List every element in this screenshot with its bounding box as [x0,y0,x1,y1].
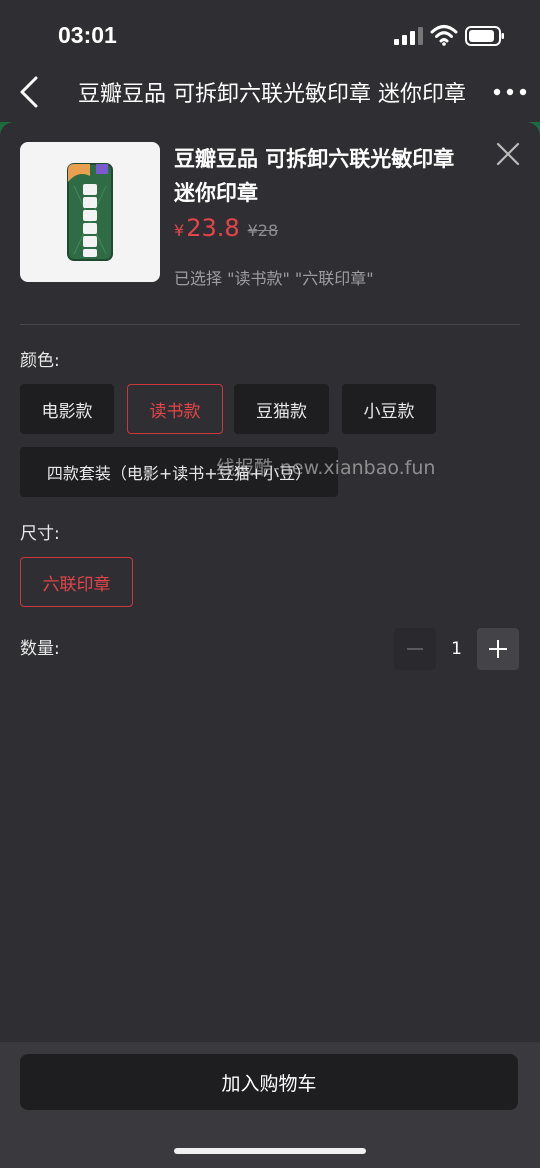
price-row: ¥ 23.8 ¥28 [174,214,278,248]
top-bar: 03:01 豆瓣豆品 可拆卸六联光敏印章 迷你印章 [0,0,540,122]
sku-selector-sheet: 豆瓣豆品 可拆卸六联光敏印章迷你印章 ¥ 23.8 ¥28 已选择 "读书款" … [0,122,540,1168]
add-to-cart-button[interactable]: 加入购物车 [20,1054,518,1110]
quantity-label: 数量: [20,639,60,659]
nav-title: 豆瓣豆品 可拆卸六联光敏印章 迷你印章 [78,82,466,107]
signal-icon [394,27,423,45]
size-option-six-stamp[interactable]: 六联印章 [20,557,133,607]
current-price: 23.8 [186,214,240,242]
currency-symbol: ¥ [174,221,185,240]
stamp-product-image [67,163,113,261]
original-price: ¥28 [247,221,279,240]
more-dots-icon[interactable] [492,86,528,98]
selected-summary: 已选择 "读书款" "六联印章" [174,269,374,288]
wifi-icon [430,25,458,46]
color-option-movie[interactable]: 电影款 [20,384,114,434]
color-option-douban-cat[interactable]: 豆猫款 [234,384,329,434]
color-label: 颜色: [20,351,60,371]
color-option-xiaodou[interactable]: 小豆款 [342,384,436,434]
product-image [20,142,160,282]
quantity-decrease-button[interactable] [394,628,436,670]
status-bar: 03:01 [0,0,540,70]
chevron-left-icon[interactable] [16,76,44,108]
divider [20,324,520,325]
quantity-value[interactable]: 1 [436,628,477,670]
close-icon[interactable] [496,142,520,166]
status-time: 03:01 [58,22,117,48]
minus-icon [407,648,423,650]
size-label: 尺寸: [20,524,60,544]
battery-icon [465,26,504,46]
nav-bar: 豆瓣豆品 可拆卸六联光敏印章 迷你印章 [0,70,540,114]
quantity-increase-button[interactable] [477,628,519,670]
watermark: 线报酷-new.xianbao.fun [216,457,436,479]
footer-bar: 加入购物车 [0,1042,540,1168]
home-indicator [174,1148,366,1154]
color-option-reading[interactable]: 读书款 [127,384,223,434]
plus-icon [489,640,507,658]
product-title: 豆瓣豆品 可拆卸六联光敏印章迷你印章 [174,147,455,205]
